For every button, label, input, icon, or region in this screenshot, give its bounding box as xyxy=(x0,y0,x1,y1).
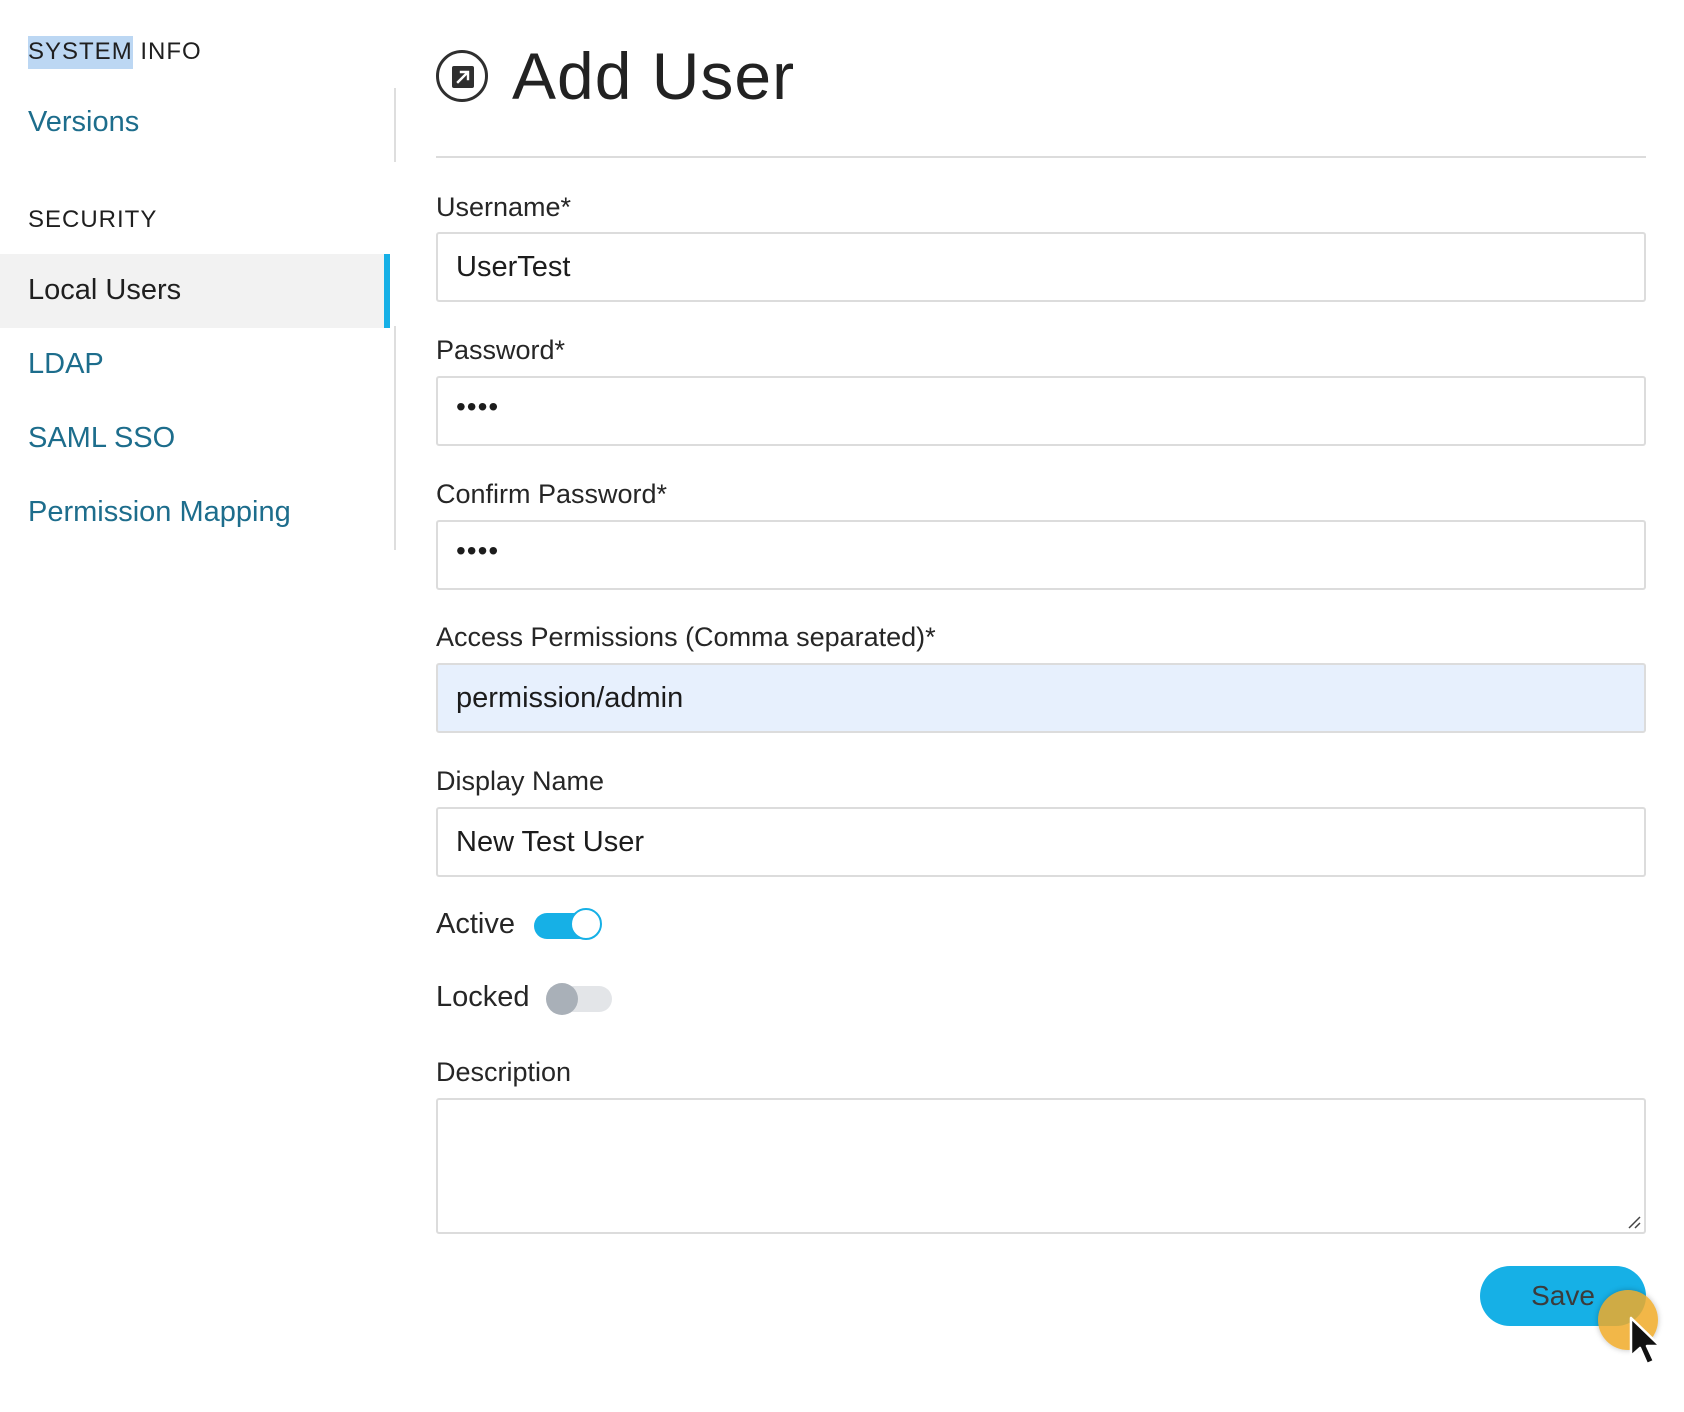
access-permissions-value: permission/admin xyxy=(456,682,684,714)
username-field[interactable]: UserTest xyxy=(436,232,1646,302)
section-header-security: SECURITY xyxy=(28,206,158,233)
description-textarea[interactable] xyxy=(436,1098,1646,1234)
confirm-password-label: Confirm Password* xyxy=(436,479,668,509)
access-permissions-field[interactable]: permission/admin xyxy=(436,663,1646,733)
page-title: Add User xyxy=(512,39,796,113)
toggle-knob xyxy=(570,908,602,940)
active-indicator xyxy=(384,254,390,328)
resize-handle-icon[interactable] xyxy=(1625,1213,1641,1229)
sidebar-item-ldap[interactable]: LDAP xyxy=(28,348,104,381)
display-name-value: New Test User xyxy=(456,826,645,858)
display-name-field[interactable]: New Test User xyxy=(436,807,1646,877)
sidebar-item-versions[interactable]: Versions xyxy=(28,106,139,139)
sidebar: SYSTEM INFO Versions SECURITY Local User… xyxy=(0,0,396,560)
password-value: •••• xyxy=(456,391,500,422)
sidebar-item-label: Local Users xyxy=(28,274,182,306)
section-header-system-info-rest: INFO xyxy=(132,38,202,65)
active-label: Active xyxy=(436,908,515,940)
description-label: Description xyxy=(436,1057,572,1087)
sidebar-item-permission-mapping[interactable]: Permission Mapping xyxy=(28,496,291,529)
active-toggle[interactable] xyxy=(534,908,602,940)
password-label: Password* xyxy=(436,335,566,365)
mouse-cursor-icon xyxy=(1629,1316,1662,1366)
toggle-knob xyxy=(546,983,578,1015)
add-user-page: SYSTEM INFO Versions SECURITY Local User… xyxy=(0,0,1684,1412)
sidebar-item-saml-sso[interactable]: SAML SSO xyxy=(28,422,175,455)
password-field[interactable]: •••• xyxy=(436,376,1646,446)
username-value: UserTest xyxy=(456,251,571,283)
section-header-system-info: SYSTEM INFO xyxy=(28,36,202,69)
sidebar-item-local-users[interactable]: Local Users xyxy=(0,254,390,328)
display-name-label: Display Name xyxy=(436,766,605,796)
username-label: Username* xyxy=(436,192,572,222)
confirm-password-field[interactable]: •••• xyxy=(436,520,1646,590)
sidebar-divider xyxy=(394,88,396,162)
sidebar-divider xyxy=(394,326,396,550)
external-link-icon xyxy=(436,50,488,102)
locked-label: Locked xyxy=(436,981,530,1013)
section-header-system-info-highlight: SYSTEM xyxy=(28,36,133,69)
confirm-password-value: •••• xyxy=(456,535,500,566)
locked-toggle[interactable] xyxy=(546,983,612,1015)
title-divider xyxy=(436,156,1646,158)
access-permissions-label: Access Permissions (Comma separated)* xyxy=(436,622,936,652)
